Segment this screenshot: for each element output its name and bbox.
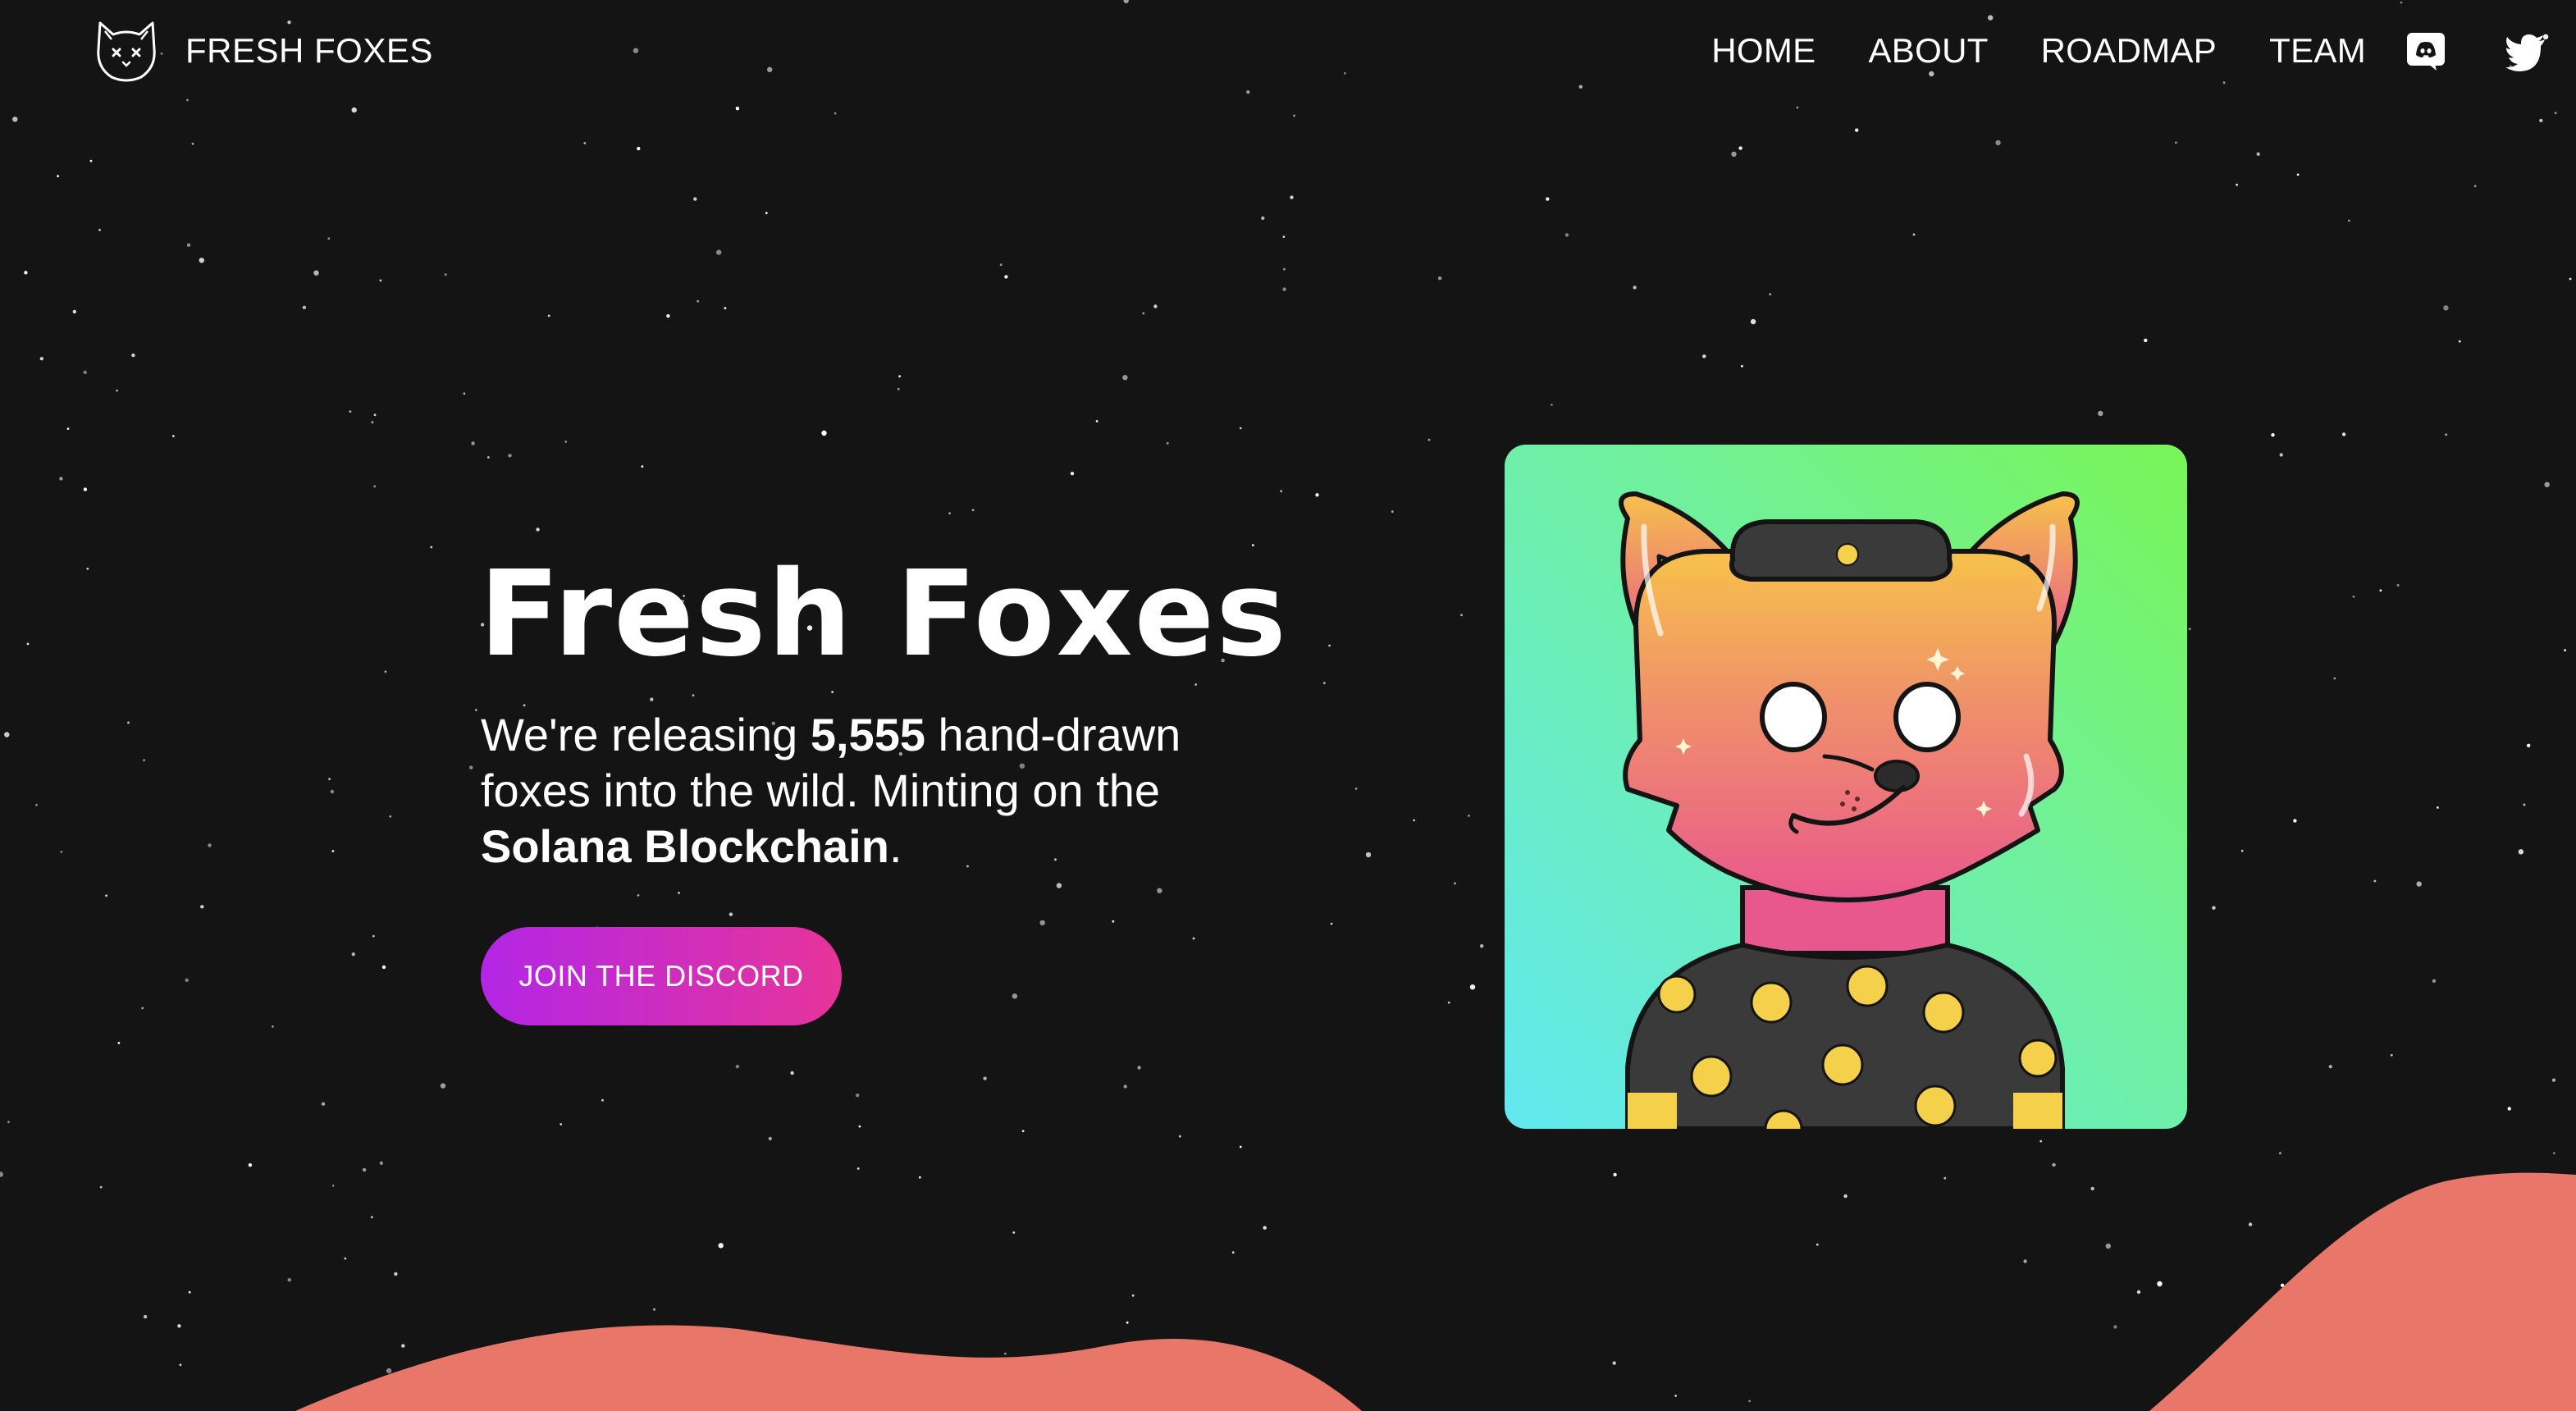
join-discord-button[interactable]: JOIN THE DISCORD — [481, 927, 842, 1025]
fox-nft-illustration — [1619, 491, 2080, 1129]
discord-icon — [2407, 33, 2445, 71]
twitter-icon — [2505, 34, 2545, 71]
discord-link[interactable] — [2404, 30, 2448, 74]
site-header: FRESH FOXES HOME ABOUT ROADMAP TEAM — [0, 0, 2576, 102]
desc-text-3: . — [888, 820, 902, 872]
nav-home[interactable]: HOME — [1711, 28, 1816, 74]
landing-page: FRESH FOXES HOME ABOUT ROADMAP TEAM Fres… — [0, 0, 2576, 1411]
nav-team[interactable]: TEAM — [2269, 28, 2366, 74]
brand-name: FRESH FOXES — [185, 31, 433, 70]
blockchain-name: Solana Blockchain — [481, 820, 889, 872]
hero-title: Fresh Foxes — [479, 545, 1288, 683]
main-nav: HOME ABOUT ROADMAP TEAM — [1711, 28, 2366, 74]
desc-text-1: We're releasing — [481, 709, 811, 760]
twitter-link[interactable] — [2504, 30, 2548, 74]
coral-hills-decoration — [295, 1172, 2576, 1411]
hero-description: We're releasing 5,555 hand-drawn foxes i… — [481, 707, 1285, 874]
brand-home-link[interactable]: FRESH FOXES — [92, 16, 433, 85]
nav-about[interactable]: ABOUT — [1868, 28, 1988, 74]
fox-head-icon — [97, 21, 156, 82]
nav-roadmap[interactable]: ROADMAP — [2041, 28, 2217, 74]
fox-count: 5,555 — [810, 709, 925, 760]
fox-nft-image — [1505, 445, 2187, 1129]
